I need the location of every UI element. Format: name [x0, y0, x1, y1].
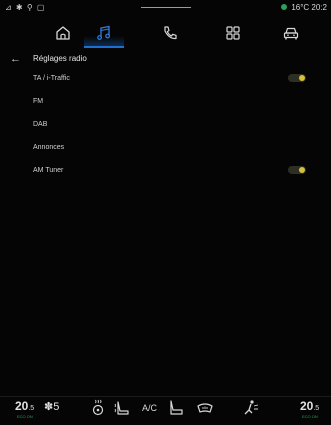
status-icons: ⊿ ✱ ⚲ ▢ — [5, 3, 46, 12]
left-seat-heat-button[interactable] — [113, 398, 131, 420]
outside-temperature: 16°C — [291, 3, 310, 12]
music-note-icon — [97, 25, 111, 40]
home-icon — [56, 26, 70, 40]
setting-label: Annonces — [33, 144, 65, 151]
main-nav — [0, 18, 331, 48]
toggle-knob — [299, 75, 305, 81]
apps-grid-icon — [226, 26, 240, 40]
setting-row-annonces[interactable]: Annonces — [0, 139, 331, 162]
status-bar: ⊿ ✱ ⚲ ▢ 16°C 20:2 — [0, 0, 331, 18]
status-handle[interactable] — [141, 7, 191, 8]
radio-settings-list: TA / i-Traffic FM DAB Annonces AM Tuner — [0, 70, 331, 185]
windshield-defrost-button[interactable] — [195, 398, 215, 420]
am-tuner-toggle[interactable] — [288, 166, 306, 174]
right-seat-heat-button[interactable] — [167, 398, 185, 420]
clock: 20:2 — [311, 3, 327, 12]
windshield-defrost-icon — [197, 403, 213, 413]
air-flow-icon — [244, 400, 259, 415]
page-title: Réglages radio — [33, 54, 87, 63]
setting-label: DAB — [33, 121, 48, 128]
setting-row-dab[interactable]: DAB — [0, 116, 331, 139]
ac-button[interactable]: A/C — [142, 403, 157, 425]
nav-apps[interactable] — [213, 18, 253, 48]
page-header: ← Réglages radio — [0, 48, 331, 70]
setting-label: TA / i-Traffic — [33, 75, 70, 82]
heated-steering-wheel-icon — [92, 399, 104, 416]
right-temp-value: 20 — [300, 399, 314, 413]
nav-phone[interactable] — [150, 18, 190, 48]
setting-row-ta-traffic[interactable]: TA / i-Traffic — [0, 70, 331, 93]
setting-row-am-tuner[interactable]: AM Tuner — [0, 162, 331, 185]
status-right: 16°C 20:2 — [281, 3, 327, 12]
setting-label: AM Tuner — [33, 167, 64, 174]
nav-home[interactable] — [43, 18, 83, 48]
right-temp-decimal: .5 — [313, 405, 320, 412]
nav-music[interactable] — [84, 18, 124, 48]
fan-level: 5 — [53, 401, 60, 413]
setting-row-fm[interactable]: FM — [0, 93, 331, 116]
nav-vehicle[interactable] — [271, 18, 311, 48]
seat-icon — [170, 400, 183, 415]
divider — [0, 396, 331, 397]
connection-indicator-icon — [281, 4, 288, 10]
left-eco-label: ECO ON — [17, 414, 33, 419]
toggle-knob — [299, 167, 305, 173]
steering-heat-button[interactable] — [90, 398, 106, 420]
car-icon — [283, 27, 299, 40]
fan-icon: ✽ — [44, 401, 54, 413]
left-temp-value: 20 — [15, 399, 29, 413]
air-flow-button[interactable] — [240, 398, 260, 420]
back-arrow-icon[interactable]: ← — [10, 53, 21, 65]
heated-seat-left-icon — [114, 401, 129, 415]
ta-traffic-toggle[interactable] — [288, 74, 306, 82]
right-eco-label: ECO ON — [302, 414, 318, 419]
left-temp-decimal: .5 — [28, 405, 35, 412]
climate-bar: 20.5 ECO ON ✽5 A/C 20.5 ECO ON — [0, 398, 331, 420]
phone-icon — [164, 26, 177, 40]
setting-label: FM — [33, 98, 44, 105]
fan-speed[interactable]: ✽5 — [44, 400, 59, 422]
